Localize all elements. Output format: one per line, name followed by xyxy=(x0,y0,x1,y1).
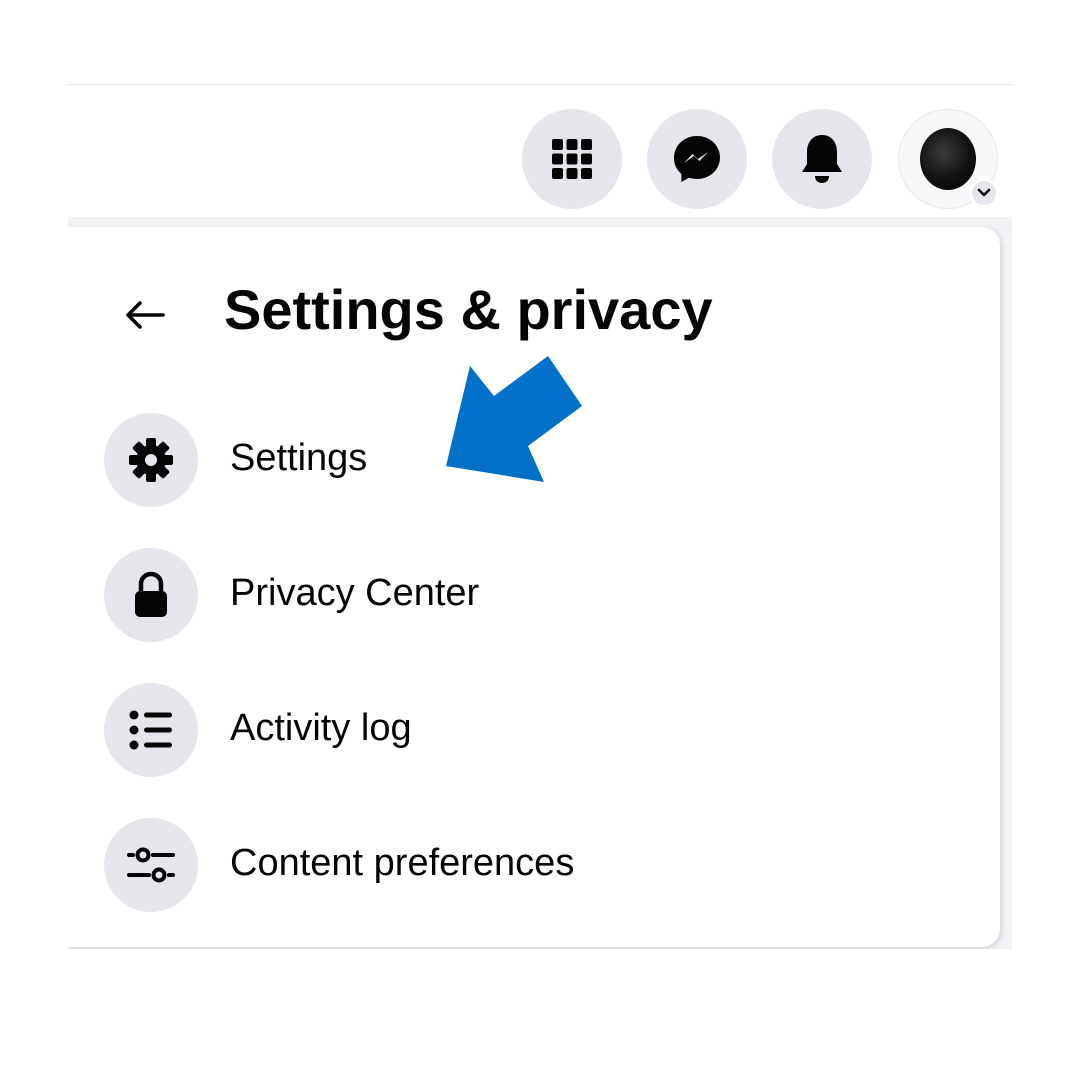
top-navigation-bar xyxy=(68,85,1012,227)
page: Settings & privacy Settings Privacy Cent… xyxy=(0,0,1080,1080)
menu-item-privacy-center[interactable]: Privacy Center xyxy=(94,544,954,648)
list-icon-circle xyxy=(104,683,198,777)
sliders-icon xyxy=(127,847,175,883)
gear-icon-circle xyxy=(104,413,198,507)
avatar xyxy=(920,128,976,190)
pointer-arrow-icon xyxy=(446,356,582,482)
arrow-left-icon xyxy=(126,301,165,329)
panel-title: Settings & privacy xyxy=(224,278,713,341)
account-button[interactable] xyxy=(898,109,999,209)
menu-item-activity-log[interactable]: Activity log xyxy=(94,679,954,783)
settings-privacy-panel: Settings & privacy Settings Privacy Cent… xyxy=(68,227,1000,947)
grid-menu-icon xyxy=(552,139,592,179)
panel-header: Settings & privacy xyxy=(68,267,968,357)
menu-item-label: Privacy Center xyxy=(230,572,480,614)
screenshot-region: Settings & privacy Settings Privacy Cent… xyxy=(68,84,1012,949)
menu-item-content-preferences[interactable]: Content preferences xyxy=(94,814,954,918)
gear-icon xyxy=(129,438,173,482)
menu-item-label: Activity log xyxy=(230,707,412,749)
notifications-button[interactable] xyxy=(772,109,872,209)
menu-button[interactable] xyxy=(522,109,622,209)
list-icon xyxy=(129,710,172,750)
lock-icon xyxy=(135,571,167,617)
sliders-icon-circle xyxy=(104,818,198,912)
messenger-button[interactable] xyxy=(647,109,747,209)
menu-item-label: Content preferences xyxy=(230,842,575,884)
messenger-icon xyxy=(674,136,720,182)
menu-item-label: Settings xyxy=(230,437,368,479)
bell-icon xyxy=(802,135,842,183)
lock-icon-circle xyxy=(104,548,198,642)
chevron-down-icon xyxy=(969,178,999,208)
back-button[interactable] xyxy=(110,285,180,345)
